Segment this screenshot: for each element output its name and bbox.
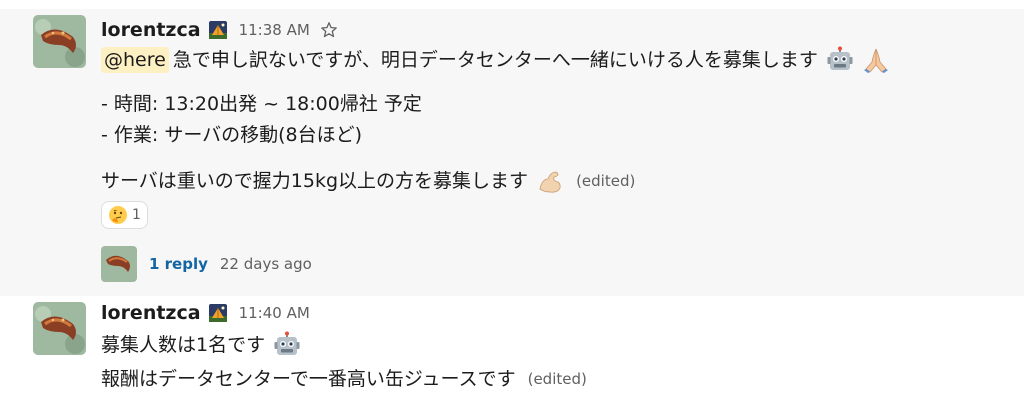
message-line: - 作業: サーバの移動(8台ほど) <box>101 122 362 148</box>
avatar[interactable] <box>33 15 86 68</box>
avatar[interactable] <box>33 302 86 355</box>
star-outline-icon[interactable] <box>320 21 338 39</box>
robot-face-icon <box>827 46 853 70</box>
camping-icon <box>208 21 227 39</box>
message-text: 報酬はデータセンターで一番高い缶ジュースです <box>101 368 516 390</box>
flexed-biceps-icon <box>539 171 561 193</box>
edited-label: (edited) <box>576 172 636 190</box>
username[interactable]: lorentzca <box>101 302 201 324</box>
message-line: 募集人数は1名です <box>101 331 301 359</box>
username[interactable]: lorentzca <box>101 19 201 41</box>
message-text: 募集人数は1名です <box>101 334 266 356</box>
folded-hands-icon <box>863 48 888 73</box>
reaction-thinking[interactable]: 1 <box>101 201 148 229</box>
message-line: - 時間: 13:20出発 ~ 18:00帰社 予定 <box>101 91 422 117</box>
reaction-count: 1 <box>132 207 141 223</box>
thinking-face-icon <box>109 206 128 224</box>
here-mention[interactable]: @here <box>101 47 169 73</box>
thread-summary[interactable]: 1 reply 22 days ago <box>101 246 312 282</box>
message-header: lorentzca 11:38 AM <box>101 16 338 44</box>
edited-label: (edited) <box>527 370 587 388</box>
reply-avatar <box>101 246 137 282</box>
message-text: 急で申し訳ないですが、明日データセンターへ一緒にいける人を募集します <box>172 49 818 71</box>
message-text: - 時間: 13:20出発 ~ 18:00帰社 予定 <box>101 93 422 115</box>
message-text: サーバは重いので握力15kg以上の方を募集します <box>101 170 529 192</box>
thread-last-reply-time: 22 days ago <box>219 255 312 273</box>
message-header: lorentzca 11:40 AM <box>101 299 310 327</box>
robot-face-icon <box>274 331 300 355</box>
camping-icon <box>208 304 227 322</box>
message-text: - 作業: サーバの移動(8台ほど) <box>101 124 363 146</box>
message-2: lorentzca 11:40 AM 募集人数は1名です 報酬はデータセンターで… <box>0 296 1024 400</box>
timestamp[interactable]: 11:38 AM <box>239 21 310 39</box>
message-1: lorentzca 11:38 AM @here 急で申し訳ないですが、明日デー… <box>0 9 1024 296</box>
reply-count-link[interactable]: 1 reply <box>149 255 208 273</box>
timestamp[interactable]: 11:40 AM <box>239 304 310 322</box>
message-line: @here 急で申し訳ないですが、明日データセンターへ一緒にいける人を募集します <box>101 46 890 74</box>
message-line: 報酬はデータセンターで一番高い缶ジュースです (edited) <box>101 366 587 392</box>
message-line: サーバは重いので握力15kg以上の方を募集します (edited) <box>101 167 635 195</box>
